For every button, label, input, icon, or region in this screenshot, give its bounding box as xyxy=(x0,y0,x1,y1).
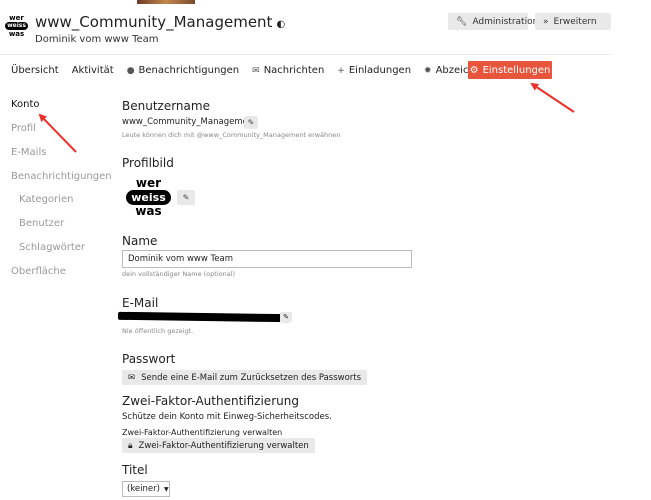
administration-button[interactable]: 🔧︎ Administration xyxy=(448,13,538,30)
user-title: www_Community_Management ◐ xyxy=(35,13,285,31)
title-heading: Titel xyxy=(122,463,148,477)
username-heading: Benutzername xyxy=(122,99,210,113)
shield-icon: ◐ xyxy=(276,19,286,30)
edit-avatar-button[interactable]: ✎ xyxy=(177,190,195,205)
sidebar-item-account[interactable]: Konto xyxy=(11,99,40,110)
twofa-description: Schütze dein Konto mit Einweg-Sicherheit… xyxy=(122,412,332,422)
nav-messages[interactable]: ✉ Nachrichten xyxy=(252,65,324,76)
name-input[interactable]: Dominik vom www Team xyxy=(122,250,412,268)
edit-email-button[interactable]: ✎ xyxy=(280,312,292,322)
envelope-icon: ✉ xyxy=(252,65,260,76)
email-heading: E-Mail xyxy=(122,296,159,310)
profile-banner-strip xyxy=(137,0,195,4)
username-value: www_Community_Management xyxy=(122,117,257,127)
name-hint: dein vollständiger Name (optional) xyxy=(122,270,236,278)
expand-button[interactable]: » Erweitern xyxy=(535,13,611,30)
reset-password-button[interactable]: ✉ Sende eine E-Mail zum Zurücksetzen des… xyxy=(122,370,368,385)
pencil-icon: ✎ xyxy=(182,193,190,202)
email-hint: Nie öffentlich gezeigt. xyxy=(122,327,194,335)
caret-down-icon: ▼ xyxy=(163,485,169,493)
avatar-heading: Profilbild xyxy=(122,156,174,170)
password-heading: Passwort xyxy=(122,352,176,366)
edit-username-button[interactable]: ✎ xyxy=(244,116,258,129)
manage-twofa-button[interactable]: 🔒︎ Zwei-Faktor-Authentifizierung verwalt… xyxy=(122,438,315,453)
sidebar-item-interface[interactable]: Oberfläche xyxy=(11,266,66,277)
pencil-icon: ✎ xyxy=(283,313,289,321)
header-divider xyxy=(0,54,611,55)
envelope-icon: ✉ xyxy=(128,372,136,383)
twofa-heading: Zwei-Faktor-Authentifizierung xyxy=(122,394,299,408)
nav-overview[interactable]: Übersicht xyxy=(11,65,59,76)
gear-icon: ⚙ xyxy=(469,64,479,76)
lock-icon: 🔒︎ xyxy=(128,440,133,451)
nav-invites[interactable]: + Einladungen xyxy=(337,65,411,76)
username-heading-text: www_Community_Management xyxy=(35,13,273,31)
sidebar-item-notifications[interactable]: Benachrichtigungen xyxy=(11,171,112,182)
certificate-icon: ✹ xyxy=(424,65,432,76)
sidebar-item-categories[interactable]: Kategorien xyxy=(19,194,73,205)
twofa-manage-label: Zwei-Faktor-Authentifizierung verwalten xyxy=(122,428,283,437)
title-select[interactable]: (keiner) ▼ xyxy=(122,481,170,497)
site-logo[interactable]: wer weiss was xyxy=(4,11,29,41)
name-heading: Name xyxy=(122,234,158,248)
sidebar-item-emails[interactable]: E-Mails xyxy=(11,147,46,158)
arrow-to-preferences xyxy=(530,82,575,113)
speech-bubble-icon: ● xyxy=(126,65,135,76)
username-hint: Leute können dich mit @www_Community_Man… xyxy=(122,131,341,139)
pencil-icon: ✎ xyxy=(247,118,255,127)
nav-notifications[interactable]: ● Benachrichtigungen xyxy=(127,65,239,76)
double-chevron-down-icon: » xyxy=(543,16,549,27)
sidebar-item-users[interactable]: Benutzer xyxy=(19,218,64,229)
sidebar-item-tags[interactable]: Schlagwörter xyxy=(19,242,85,253)
avatar: wer weiss was xyxy=(122,173,175,221)
email-value-redacted xyxy=(117,311,291,323)
user-nav: Übersicht Aktivität ● Benachrichtigungen… xyxy=(11,62,500,79)
nav-activity[interactable]: Aktivität xyxy=(72,65,114,76)
wrench-icon: 🔧︎ xyxy=(456,16,468,27)
sidebar-item-profile[interactable]: Profil xyxy=(11,123,36,134)
user-plus-icon: + xyxy=(337,65,345,76)
user-fullname: Dominik vom www Team xyxy=(35,34,159,45)
nav-preferences[interactable]: ⚙ Einstellungen xyxy=(468,61,552,79)
